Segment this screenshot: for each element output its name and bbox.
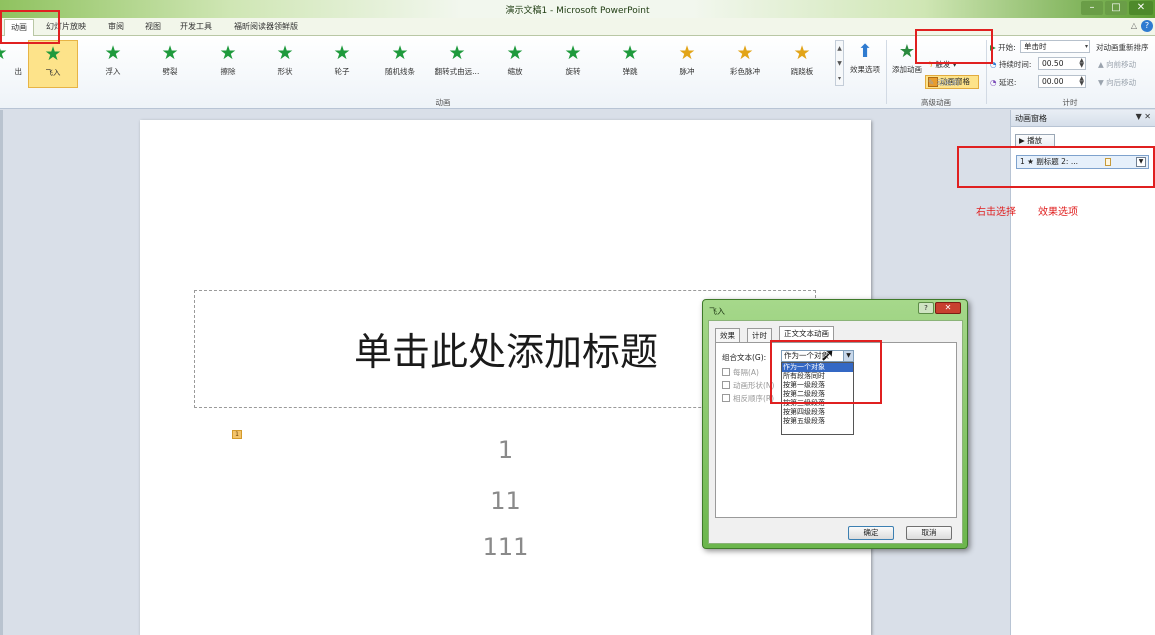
annotation-effect-options: 效果选项	[1038, 207, 1078, 218]
group-separator	[886, 40, 887, 104]
minimize-button[interactable]: –	[1081, 1, 1103, 15]
gallery-effect-split[interactable]: ★ 劈裂	[145, 40, 195, 88]
effect-options-button[interactable]: ⬆ 效果选项	[845, 40, 885, 75]
annotation-right-click: 右击选择	[976, 207, 1016, 218]
star-icon: ★	[104, 42, 122, 64]
animation-pane: 动画窗格 ▼ ✕ ▶ 播放 1 ★ 副标题 2: ... ▼	[1010, 110, 1155, 635]
star-icon: ★	[448, 42, 466, 64]
maximize-button[interactable]: □	[1105, 1, 1127, 15]
tab-timing[interactable]: 计时	[747, 328, 772, 342]
option-level-4[interactable]: 按第四级段落	[782, 408, 853, 417]
group-text-label: 组合文本(G):	[722, 353, 767, 362]
animation-pane-header: 动画窗格 ▼ ✕	[1011, 110, 1155, 127]
star-icon: ★	[44, 43, 62, 65]
triangle-down-icon: ▼	[1098, 78, 1104, 87]
star-icon: ★	[793, 42, 811, 64]
annotation-box-item	[957, 146, 1155, 188]
ribbon-collapse-icon[interactable]: △	[1131, 21, 1137, 30]
gallery-effect-zoom[interactable]: ★ 缩放	[490, 40, 540, 88]
star-icon: ★	[736, 42, 754, 64]
tab-foxit-reader[interactable]: 福昕阅读器领鲜版	[234, 21, 298, 32]
tab-review[interactable]: 审阅	[108, 21, 124, 32]
move-later-button[interactable]: ▼ 向后移动	[1098, 77, 1136, 88]
star-icon: ★	[333, 42, 351, 64]
brush-icon: ✎	[928, 78, 935, 87]
star-icon: ★	[564, 42, 582, 64]
group-label-animation: 动画	[435, 98, 451, 107]
delay-label: ◔ 延迟:	[990, 78, 1017, 87]
gallery-effect-wheel[interactable]: ★ 轮子	[317, 40, 367, 88]
fly-in-dialog: 飞入 ? ✕ 效果 计时 正文文本动画 组合文本(G): 每隔(A) 动画形状(…	[702, 299, 968, 549]
gallery-effect-color-pulse[interactable]: ★ 彩色脉冲	[720, 40, 770, 88]
gallery-effect-bounce[interactable]: ★ 弹跳	[605, 40, 655, 88]
dialog-title: 飞入	[709, 307, 725, 316]
dialog-close-button[interactable]: ✕	[935, 302, 961, 314]
tab-view[interactable]: 视图	[145, 21, 161, 32]
title-bar: 演示文稿1 - Microsoft PowerPoint – □ ✕	[0, 0, 1155, 18]
arrow-up-icon: ⬆	[857, 41, 873, 62]
group-label-timing: 计时	[1062, 98, 1078, 107]
help-icon[interactable]: ?	[1141, 20, 1153, 32]
close-button[interactable]: ✕	[1129, 1, 1153, 15]
start-select[interactable]: 单击时 ▾	[1020, 40, 1090, 53]
attached-shape-checkbox[interactable]	[722, 381, 730, 389]
move-earlier-button[interactable]: ▲ 向前移动	[1098, 59, 1136, 70]
gallery-effect-shape[interactable]: ★ 形状	[260, 40, 310, 88]
annotation-box-anim-pane	[915, 29, 993, 64]
star-icon: ★	[621, 42, 639, 64]
slides-panel-edge	[0, 110, 3, 635]
cancel-button[interactable]: 取消	[906, 526, 952, 540]
gallery-effect-teeter[interactable]: ★ 跷跷板	[777, 40, 827, 88]
gallery-effect-grow-turn[interactable]: ★ 翻转式由远...	[432, 40, 482, 88]
star-icon: ★	[276, 42, 294, 64]
dialog-help-button[interactable]: ?	[918, 302, 934, 314]
animation-painter-button[interactable]: ✎ 动画刷	[928, 77, 959, 88]
reverse-order-label: 相反顺序(R)	[733, 394, 775, 403]
gallery-effect-pulse[interactable]: ★ 脉冲	[662, 40, 712, 88]
tab-developer[interactable]: 开发工具	[180, 21, 212, 32]
every-label: 每隔(A)	[733, 368, 759, 377]
star-icon: ★	[219, 42, 237, 64]
reverse-order-checkbox[interactable]	[722, 394, 730, 402]
duration-input[interactable]: 00.50 ▲ ▼	[1038, 57, 1086, 70]
duration-label: ◔ 持续时间:	[990, 60, 1032, 69]
gallery-scroll[interactable]: ▲ ▼ ▾	[835, 40, 844, 86]
every-checkbox[interactable]	[722, 368, 730, 376]
window-title: 演示文稿1 - Microsoft PowerPoint	[505, 6, 650, 16]
spinner-icon[interactable]: ▲ ▼	[1079, 76, 1084, 87]
gallery-effect-float-in[interactable]: ★ 浮入	[88, 40, 138, 88]
star-icon: ★	[506, 42, 524, 64]
delay-input[interactable]: 00.00 ▲ ▼	[1038, 75, 1086, 88]
option-level-5[interactable]: 按第五级段落	[782, 417, 853, 426]
gallery-effect-fly-in[interactable]: ★ 飞入	[28, 40, 78, 88]
spinner-icon[interactable]: ▲ ▼	[1079, 58, 1084, 69]
gallery-effect-exit[interactable]: ★ 出	[0, 40, 24, 88]
gallery-effect-swivel[interactable]: ★ 旋转	[548, 40, 598, 88]
triangle-up-icon: ▲	[1098, 60, 1104, 69]
star-icon: ★	[678, 42, 696, 64]
chevron-down-icon: ▾	[1084, 43, 1088, 50]
start-label: ▶ 开始:	[990, 43, 1016, 52]
reorder-title: 对动画重新排序	[1096, 43, 1149, 52]
annotation-box-tab	[0, 10, 60, 44]
gallery-effect-random-bars[interactable]: ★ 随机线条	[375, 40, 425, 88]
gallery-effect-wipe[interactable]: ★ 擦除	[203, 40, 253, 88]
star-icon: ★	[391, 42, 409, 64]
mouse-cursor-icon: ➚	[820, 345, 836, 366]
tab-effect[interactable]: 效果	[715, 328, 740, 342]
pane-controls[interactable]: ▼ ✕	[1136, 112, 1151, 121]
group-label-advanced: 高级动画	[921, 98, 951, 107]
clock-icon: ◔	[990, 78, 997, 87]
attached-shape-label: 动画形状(N)	[733, 381, 775, 390]
star-icon: ★	[161, 42, 179, 64]
ok-button[interactable]: 确定	[848, 526, 894, 540]
